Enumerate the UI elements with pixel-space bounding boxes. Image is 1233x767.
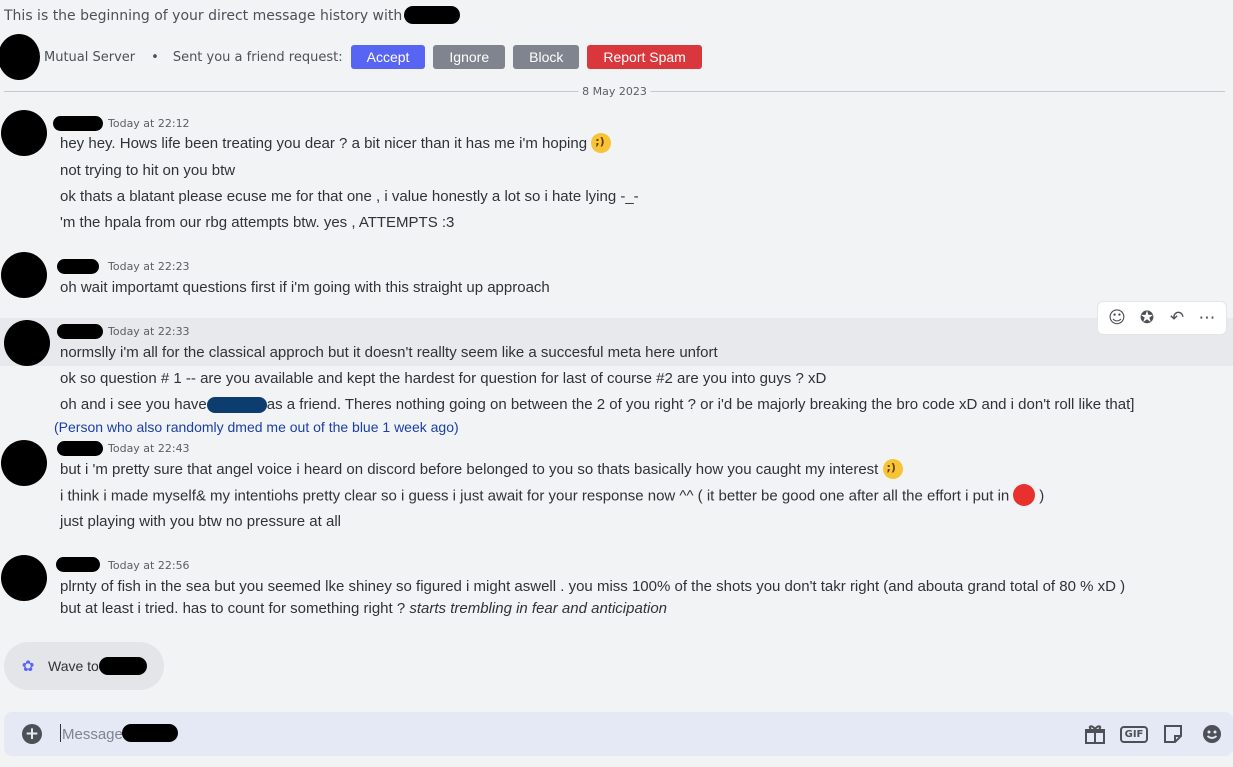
redacted-username — [122, 724, 178, 742]
sticker-icon[interactable] — [1160, 721, 1186, 747]
gift-icon[interactable] — [1082, 721, 1108, 747]
message-text: but at least i tried. has to count for s… — [60, 600, 406, 617]
mutual-server-link[interactable]: Mutual Server — [44, 50, 135, 65]
message-line: plrnty of fish in the sea but you seemed… — [60, 578, 1126, 595]
message-text: i think i made myself& my intentiohs pre… — [60, 487, 1010, 505]
redacted-username[interactable] — [53, 116, 103, 131]
friend-request-bar: Mutual Server • Sent you a friend reques… — [0, 34, 710, 80]
message-line: 'm the hpala from our rbg attempts btw. … — [60, 214, 455, 231]
dm-intro: This is the beginning of your direct mes… — [4, 5, 461, 24]
message-line: i think i made myself& my intentiohs pre… — [60, 484, 1045, 506]
emoji-icon[interactable] — [1199, 721, 1225, 747]
avatar[interactable] — [4, 320, 50, 366]
annotation-note: (Person who also randomly dmed me out of… — [54, 419, 459, 435]
redacted-username[interactable] — [57, 441, 103, 456]
add-reaction-icon[interactable]: ☺ — [1104, 305, 1130, 331]
plus-icon[interactable]: + — [22, 724, 42, 744]
message-line: ok so question # 1 -- are you available … — [60, 370, 827, 387]
message-timestamp[interactable]: Today at 22:33 — [108, 325, 190, 338]
gif-icon[interactable]: GIF — [1119, 721, 1149, 747]
message-line: hey hey. Hows life been treating you dea… — [60, 132, 612, 153]
avatar[interactable] — [1, 555, 47, 601]
message-text: ) — [1039, 487, 1045, 505]
wave-button[interactable]: ✿ Wave to — [4, 642, 164, 690]
avatar[interactable] — [1, 440, 47, 486]
message-text: oh and i see you have — [60, 396, 207, 413]
block-button[interactable]: Block — [513, 45, 580, 69]
accept-button[interactable]: Accept — [350, 45, 426, 69]
wave-label: Wave to — [48, 658, 99, 674]
message-text: but i 'm pretty sure that angel voice i … — [60, 461, 879, 478]
message-hover-toolbar: ☺ ✪ ↶ ⋯ — [1097, 301, 1227, 335]
message-line: oh and i see you have as a friend. Theres… — [60, 396, 1135, 414]
message-line: normslly i'm all for the classical appro… — [60, 344, 718, 361]
message-text: hey hey. Hows life been treating you dea… — [60, 135, 588, 152]
dm-intro-text: This is the beginning of your direct mes… — [4, 8, 403, 24]
redacted-username[interactable] — [57, 324, 103, 339]
message-text: as a friend. Theres nothing going on bet… — [266, 396, 1135, 413]
wave-sticker-icon: ✿ — [21, 657, 35, 675]
message-line: but at least i tried. has to count for s… — [60, 600, 667, 617]
wink-emoji-icon — [591, 132, 612, 153]
date-divider: 8 May 2023 — [4, 84, 1225, 98]
message-line: not trying to hit on you btw — [60, 162, 236, 179]
report-spam-button[interactable]: Report Spam — [587, 45, 702, 69]
message-timestamp[interactable]: Today at 22:43 — [108, 442, 190, 455]
composer-actions: GIF — [1069, 721, 1225, 747]
redacted-username[interactable] — [56, 557, 100, 572]
redacted-username — [98, 657, 147, 675]
separator-dot: • — [151, 49, 159, 65]
angry-emoji-icon — [1013, 484, 1036, 506]
message-line: ok thats a blatant please ecuse me for t… — [60, 188, 639, 205]
ignore-button[interactable]: Ignore — [433, 45, 506, 69]
message-input[interactable] — [62, 722, 1069, 746]
divider-date: 8 May 2023 — [578, 84, 651, 98]
avatar[interactable] — [1, 252, 47, 298]
message-line: but i 'm pretty sure that angel voice i … — [60, 458, 903, 479]
avatar[interactable] — [1, 110, 47, 156]
redacted-mention[interactable] — [206, 397, 267, 414]
message-timestamp[interactable]: Today at 22:56 — [108, 559, 190, 572]
avatar[interactable] — [0, 34, 40, 80]
reply-icon[interactable]: ↶ — [1164, 305, 1190, 331]
message-composer: + GIF — [4, 712, 1233, 756]
message-timestamp[interactable]: Today at 22:23 — [108, 260, 190, 273]
friend-request-label: Sent you a friend request: — [172, 49, 343, 65]
message-line: just playing with you btw no pressure at… — [60, 513, 341, 530]
text-cursor — [60, 724, 61, 742]
message-timestamp[interactable]: Today at 22:12 — [108, 117, 190, 130]
message-italic-text: starts trembling in fear and anticipatio… — [409, 600, 668, 617]
super-reaction-icon[interactable]: ✪ — [1134, 305, 1160, 331]
wink-emoji-icon — [882, 458, 903, 479]
redacted-username — [404, 5, 461, 24]
message-line: oh wait importamt questions first if i'm… — [60, 279, 550, 296]
more-icon[interactable]: ⋯ — [1194, 305, 1220, 331]
redacted-username[interactable] — [57, 259, 99, 274]
